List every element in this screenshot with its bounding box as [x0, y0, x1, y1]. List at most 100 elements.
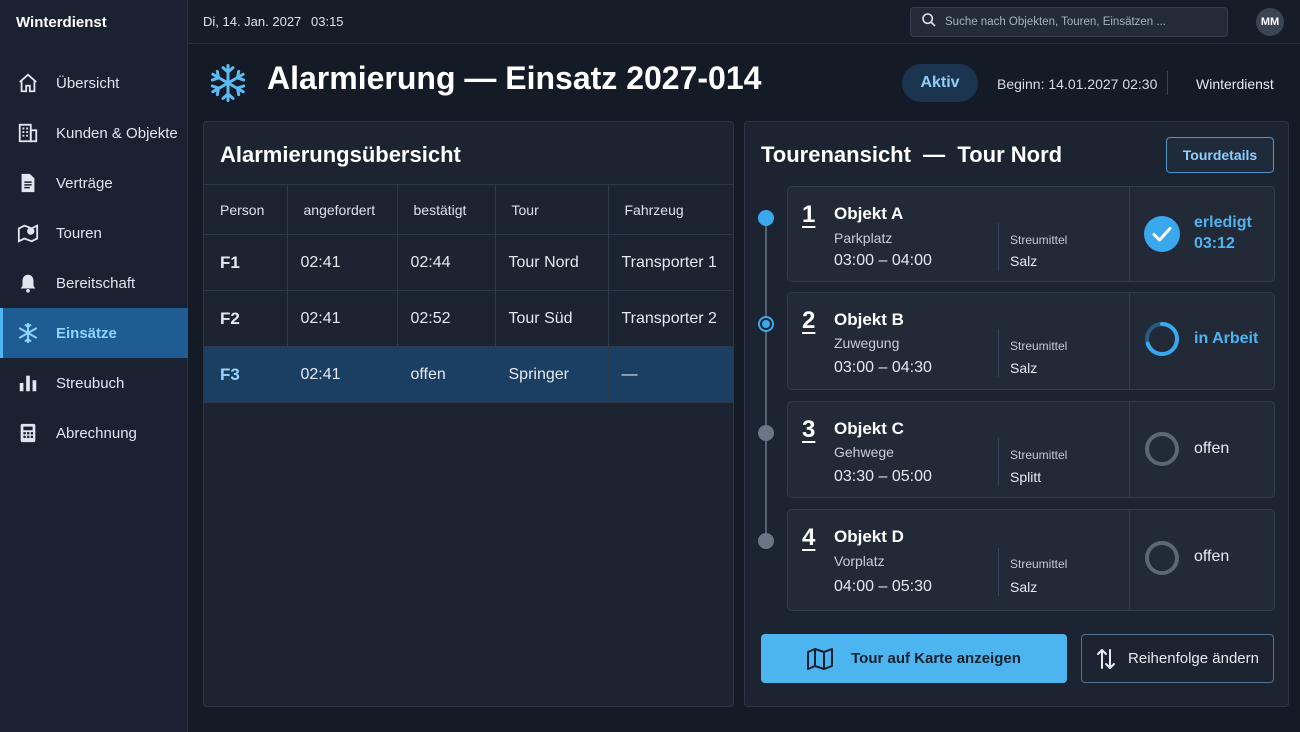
table-row[interactable]: F2 02:41 02:52 Tour Süd Transporter 2 — [204, 290, 733, 347]
tour-stop-card[interactable]: 2 Objekt B Zuwegung 03:00 – 04:30 Streum… — [787, 292, 1275, 390]
status-time: 03:12 — [1194, 235, 1235, 252]
column-header[interactable]: Fahrzeug — [607, 184, 733, 235]
status-text: offen — [1194, 440, 1230, 457]
column-header[interactable]: angefordert — [286, 184, 398, 235]
open-circle-icon — [1144, 540, 1180, 576]
material-label: Streumittel — [1010, 448, 1068, 462]
button-label: Tour auf Karte anzeigen — [851, 650, 1021, 667]
tour-cell: Tour Süd — [494, 290, 609, 347]
sidebar-item-kunden[interactable]: Kunden & Objekte — [0, 108, 188, 158]
table-row[interactable]: F1 02:41 02:44 Tour Nord Transporter 1 — [204, 234, 733, 291]
column-header[interactable]: bestätigt — [396, 184, 496, 235]
vehicle-cell: — — [607, 346, 733, 403]
search-icon — [921, 12, 937, 33]
tour-stop-card[interactable]: 3 Objekt C Gehwege 03:30 – 05:00 Streumi… — [787, 401, 1275, 498]
panel-title: Tourenansicht — Tour Nord — [761, 142, 1063, 167]
person-cell: F3 — [204, 346, 288, 403]
timeline-dot-open — [758, 533, 774, 549]
status-text: erledigt — [1194, 214, 1252, 231]
stop-location: Zuwegung — [834, 335, 900, 351]
material-value: Salz — [1010, 579, 1038, 595]
progress-ring-icon — [1144, 321, 1180, 357]
status-text: offen — [1194, 548, 1230, 565]
divider — [1129, 293, 1130, 389]
timeline-line — [765, 219, 767, 541]
stop-time-window: 04:00 – 05:30 — [834, 578, 932, 595]
status-text: in Arbeit — [1194, 330, 1259, 347]
stop-time-window: 03:00 – 04:00 — [834, 252, 932, 269]
snowflake-icon — [16, 321, 40, 345]
tour-cell: Tour Nord — [494, 234, 609, 291]
sidebar-item-bereitschaft[interactable]: Bereitschaft — [0, 258, 188, 308]
panel-title: Alarmierungsübersicht — [220, 142, 461, 167]
alarm-table: Person angefordert bestätigt Tour Fahrze… — [204, 184, 733, 403]
stop-object-name: Objekt D — [834, 527, 904, 546]
material-value: Salz — [1010, 360, 1038, 376]
column-header[interactable]: Tour — [494, 184, 609, 235]
show-tour-on-map-button[interactable]: Tour auf Karte anzeigen — [761, 634, 1067, 683]
alarm-overview-panel: Alarmierungsübersicht Person angefordert… — [203, 121, 734, 707]
vehicle-cell: Transporter 1 — [607, 234, 733, 291]
sidebar: Winterdienst Übersicht Kunden & Objekte … — [0, 0, 188, 732]
sidebar-item-vertraege[interactable]: Verträge — [0, 158, 188, 208]
tour-stop-card[interactable]: 1 Objekt A Parkplatz 03:00 – 04:00 Streu… — [787, 186, 1275, 282]
person-cell: F2 — [204, 290, 288, 347]
divider — [1129, 402, 1130, 497]
sidebar-item-label: Streubuch — [56, 374, 125, 392]
divider — [998, 548, 999, 596]
column-header[interactable]: Person — [204, 184, 288, 235]
page-title: Alarmierung — Einsatz 2027-014 — [267, 60, 762, 96]
user-avatar[interactable]: MM — [1256, 8, 1284, 36]
calculator-icon — [16, 421, 40, 445]
sidebar-item-abrechnung[interactable]: Abrechnung — [0, 408, 188, 458]
bar-chart-icon — [16, 371, 40, 395]
divider — [998, 329, 999, 377]
map-pin-icon — [16, 221, 40, 245]
current-date: Di, 14. Jan. 2027 — [203, 14, 302, 29]
sidebar-item-uebersicht[interactable]: Übersicht — [0, 58, 188, 108]
bell-icon — [16, 271, 40, 295]
tour-cell: Springer — [494, 346, 609, 403]
app-title: Winterdienst — [16, 13, 107, 31]
search-box[interactable] — [910, 7, 1228, 37]
tour-details-button[interactable]: Tourdetails — [1166, 137, 1274, 173]
search-input[interactable] — [945, 16, 1215, 28]
sidebar-item-einsaetze[interactable]: Einsätze — [0, 308, 188, 358]
map-icon — [807, 647, 834, 670]
stop-object-name: Objekt B — [834, 310, 904, 329]
confirmed-cell: 02:44 — [396, 234, 496, 291]
topbar: Di, 14. Jan. 2027 03:15 MM — [188, 0, 1300, 44]
snowflake-icon — [208, 63, 248, 103]
stop-number: 4 — [802, 524, 816, 551]
button-label: Reihenfolge ändern — [1128, 650, 1259, 667]
stop-number: 3 — [802, 416, 816, 443]
sidebar-item-streubuch[interactable]: Streubuch — [0, 358, 188, 408]
timeline-dot-active — [758, 316, 774, 332]
divider — [998, 223, 999, 271]
current-time: 03:15 — [311, 14, 344, 29]
document-icon — [16, 171, 40, 195]
timeline-dot-done — [758, 210, 774, 226]
table-row-selected[interactable]: F3 02:41 offen Springer — — [204, 346, 733, 403]
vehicle-cell: Transporter 2 — [607, 290, 733, 347]
sidebar-item-label: Abrechnung — [56, 424, 137, 442]
confirmed-cell: 02:52 — [396, 290, 496, 347]
requested-cell: 02:41 — [286, 346, 398, 403]
stop-location: Gehwege — [834, 444, 894, 460]
stop-number: 1 — [802, 201, 816, 228]
divider — [1129, 510, 1130, 610]
tour-view-panel: Tourenansicht — Tour Nord Tourdetails 1 … — [744, 121, 1289, 707]
start-time-info: Beginn: 14.01.2027 02:30 — [997, 76, 1158, 92]
stop-location: Parkplatz — [834, 230, 893, 246]
sidebar-item-touren[interactable]: Touren — [0, 208, 188, 258]
material-label: Streumittel — [1010, 339, 1068, 353]
organization-label: Winterdienst — [1196, 76, 1274, 92]
change-order-button[interactable]: Reihenfolge ändern — [1081, 634, 1274, 683]
tour-stop-card[interactable]: 4 Objekt D Vorplatz 04:00 – 05:30 Streum… — [787, 509, 1275, 611]
sort-arrows-icon — [1096, 648, 1116, 670]
sidebar-item-label: Touren — [56, 224, 102, 242]
table-header-row: Person angefordert bestätigt Tour Fahrze… — [204, 184, 733, 235]
stop-time-window: 03:00 – 04:30 — [834, 359, 932, 376]
requested-cell: 02:41 — [286, 234, 398, 291]
confirmed-cell: offen — [396, 346, 496, 403]
